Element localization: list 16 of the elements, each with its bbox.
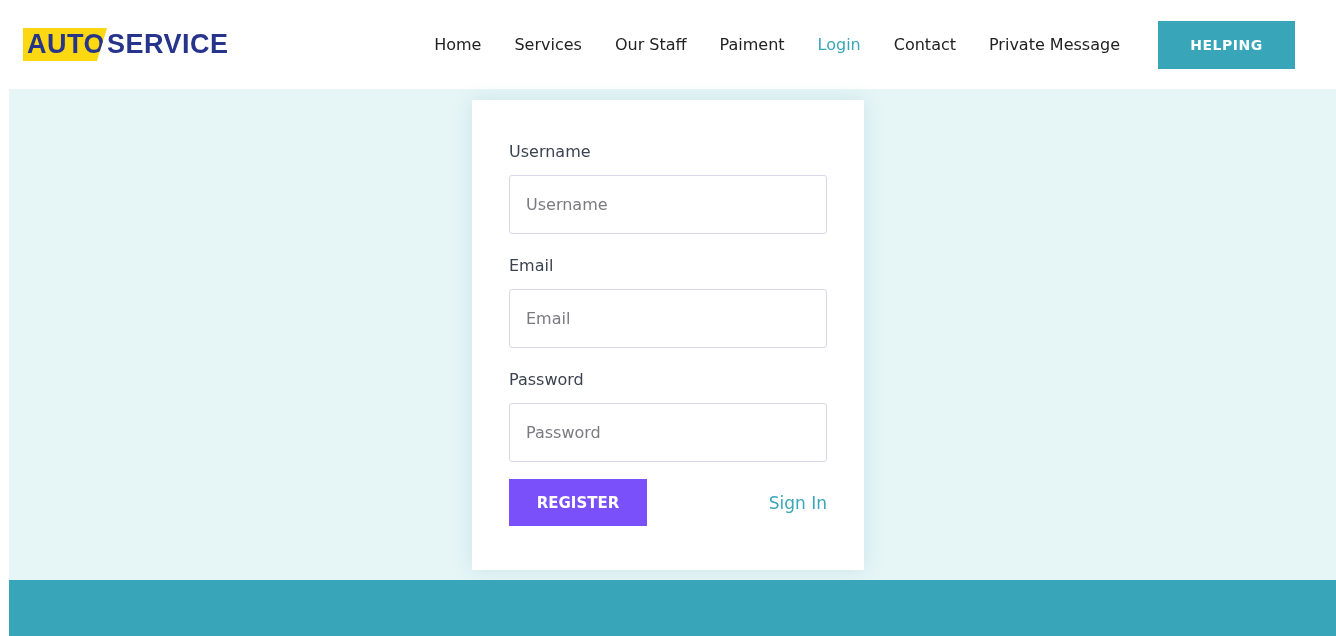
nav-link[interactable]: Home [434, 35, 482, 54]
input-field[interactable]: Password [509, 403, 827, 462]
input-field[interactable]: Email [509, 289, 827, 348]
field-label: Email [509, 256, 555, 275]
nav-link[interactable]: Services [514, 35, 582, 54]
logo[interactable]: AUTOSERVICE [23, 28, 229, 61]
field-label: Username [509, 142, 592, 161]
input-field[interactable]: Username [509, 175, 827, 234]
field-label: Password [509, 370, 585, 389]
logo-text: AUTO [23, 28, 107, 61]
nav-link[interactable]: Private Message [989, 35, 1120, 54]
register-button[interactable]: REGISTER [509, 479, 647, 526]
nav-link[interactable]: Paiment [719, 35, 785, 54]
nav-link[interactable]: Contact [893, 35, 956, 54]
logo-text: SERVICE [107, 29, 229, 60]
nav-link[interactable]: Our Staff [614, 35, 687, 54]
